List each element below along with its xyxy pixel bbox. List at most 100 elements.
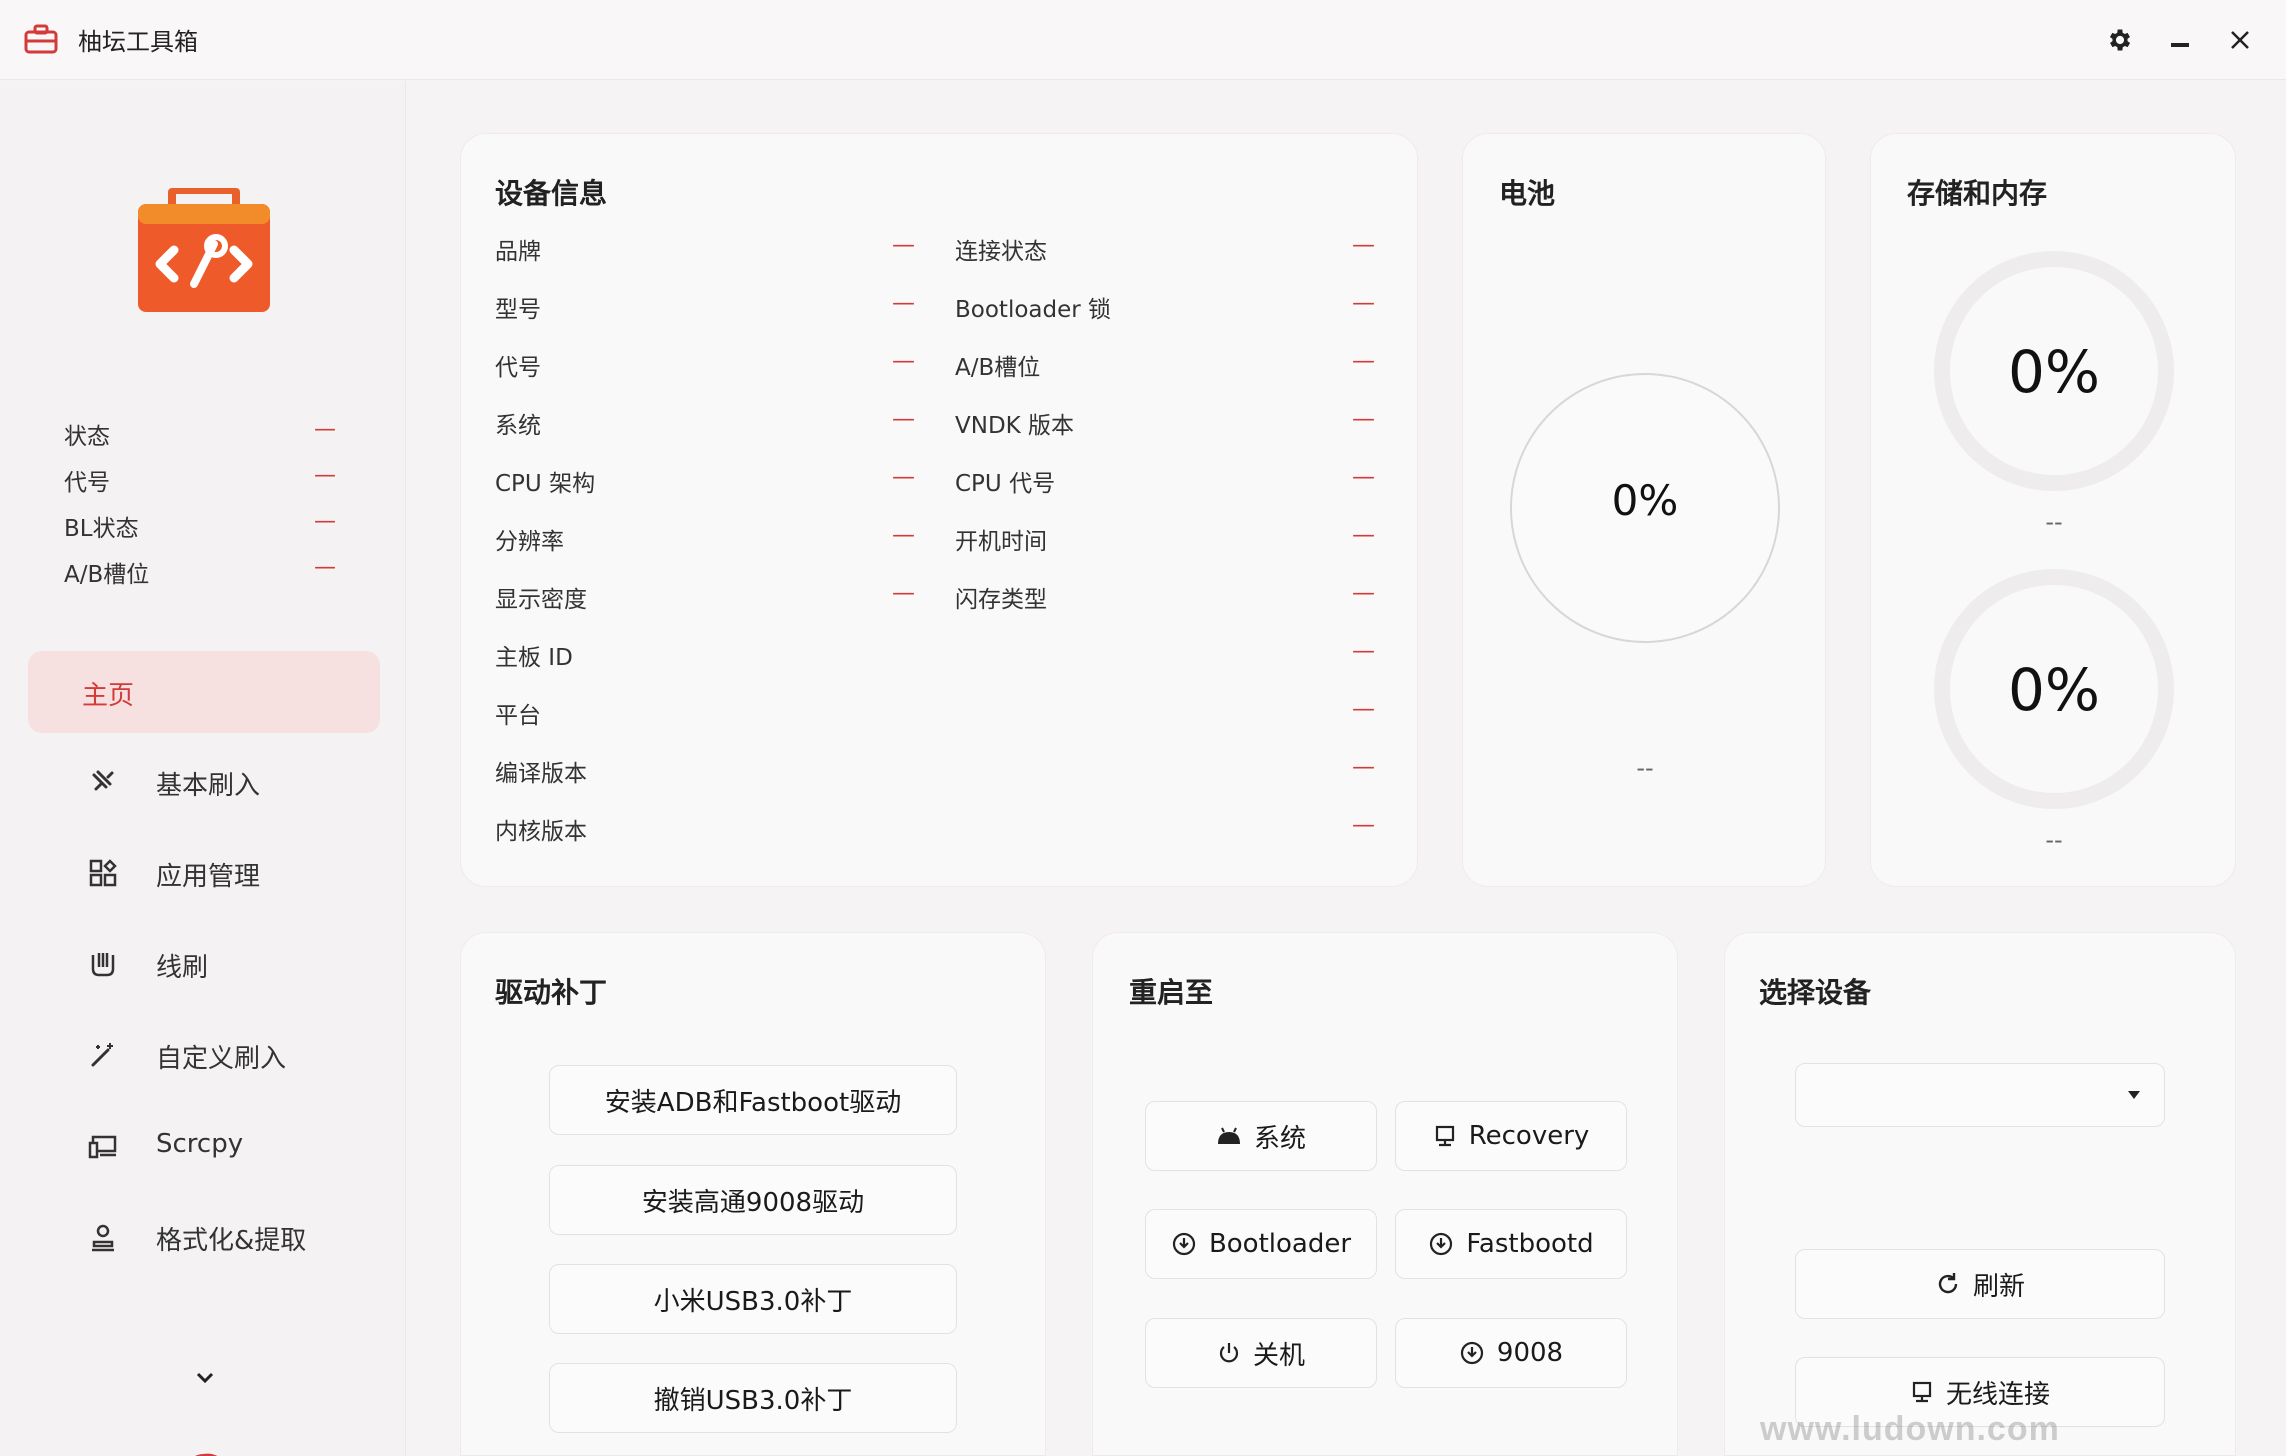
sidebar-item-label: 基本刷入 [156,771,261,801]
ab-slot-value: — [1352,348,1375,374]
install-adb-driver-button[interactable]: 安装ADB和Fastboot驱动 [549,1065,957,1135]
vndk-label: VNDK 版本 [955,413,1075,439]
cpu-arch-value: — [892,464,915,490]
density-label: 显示密度 [495,587,587,613]
codename-label: 代号 [64,470,110,496]
platform-label: 平台 [495,703,541,729]
minimize-button[interactable] [2158,18,2202,62]
bl-status-value: — [314,509,336,534]
sidebar-item-basic-flash[interactable]: 基本刷入 [28,741,380,823]
sidebar: 状态 — 代号 — BL状态 — A/B槽位 — 主页 基本刷入 应用管理 线刷… [0,81,406,1456]
device-info-title: 设备信息 [495,177,608,210]
sidebar-item-label: 线刷 [156,953,209,983]
settings-button[interactable] [2098,18,2142,62]
brand-value: — [892,232,915,258]
usb-flash-icon [91,953,115,977]
reboot-system-button[interactable]: 系统 [1145,1101,1377,1171]
reboot-fastbootd-button[interactable]: Fastbootd [1395,1209,1627,1279]
codename-label: 代号 [495,355,541,381]
info-row: Bootloader 锁 — [955,286,1375,326]
reboot-system-label: 系统 [1253,1123,1306,1154]
info-row: 开机时间 — [955,518,1375,558]
device-info-card: 设备信息 品牌 — 型号 — 代号 — 系统 — CPU 架构 — 分辨率 — 显示密度 — … [460,133,1418,887]
reboot-bootloader-button[interactable]: Bootloader [1145,1209,1377,1279]
driver-card: 驱动补丁 安装ADB和Fastboot驱动 安装高通9008驱动 小米USB3.… [460,932,1046,1456]
ab-slot-value: — [314,555,336,580]
monitor-icon [1435,1125,1454,1147]
density-value: — [892,580,915,606]
board-id-label: 主板 ID [495,645,573,671]
gear-icon [2109,29,2131,51]
info-row: 闪存类型 — [955,576,1375,616]
dropdown-arrow-icon [2128,1091,2140,1099]
info-row: VNDK 版本 — [955,402,1375,442]
refresh-button[interactable]: 刷新 [1795,1249,2165,1319]
sidebar-status-row: 状态 — [64,411,344,451]
sidebar-item-scrcpy[interactable]: Scrcpy [28,1105,380,1187]
sidebar-item-label: 应用管理 [156,862,261,892]
resolution-label: 分辨率 [495,529,564,555]
system-label: 系统 [495,413,541,439]
power-icon [1219,1343,1239,1363]
sidebar-item-home[interactable]: 主页 [28,651,380,733]
memory-percent: 0% [2007,656,2100,724]
sidebar-item-label: Scrcpy [156,1129,244,1159]
screen-mirror-icon [88,1135,117,1159]
bl-status-label: BL状态 [64,516,139,542]
info-row: 系统 — [495,402,915,442]
sidebar-item-line-flash[interactable]: 线刷 [28,923,380,1005]
sidebar-item-app-manage[interactable]: 应用管理 [28,832,380,914]
connection-status-label: 连接状态 [955,239,1047,265]
vndk-value: — [1352,406,1375,432]
sidebar-item-custom-flash[interactable]: 自定义刷入 [28,1014,380,1096]
battery-card: 电池 0% -- [1462,133,1826,887]
app-logo-icon [138,188,270,312]
flash-icon [92,770,114,791]
chevron-down-icon[interactable] [188,1366,222,1390]
board-id-value: — [1352,638,1375,664]
reboot-fastbootd-label: Fastbootd [1466,1229,1594,1259]
reboot-card: 重启至 系统 Recovery Bootloader Fastbootd 关机 … [1092,932,1678,1456]
sidebar-item-label: 主页 [82,681,135,711]
reboot-9008-button[interactable]: 9008 [1395,1318,1627,1388]
sidebar-item-label: 自定义刷入 [156,1044,287,1074]
status-label: 状态 [64,424,110,450]
reboot-title: 重启至 [1129,976,1214,1009]
connection-status-value: — [1352,232,1375,258]
format-icon [92,1224,114,1252]
reboot-recovery-button[interactable]: Recovery [1395,1101,1627,1171]
sidebar-item-format-extract[interactable]: 格式化&提取 [28,1196,380,1278]
toolbox-icon [24,24,58,54]
install-9008-driver-button[interactable]: 安装高通9008驱动 [549,1165,957,1235]
info-row: 代号 — [495,344,915,384]
codename-value: — [892,348,915,374]
info-row: 连接状态 — [955,228,1375,268]
close-button[interactable] [2218,18,2262,62]
info-row: 型号 — [495,286,915,326]
sidebar-status-row: A/B槽位 — [64,549,344,589]
info-row: 分辨率 — [495,518,915,558]
apps-grid-icon [89,859,117,887]
refresh-icon [1938,1273,1958,1294]
revert-usb3-patch-button[interactable]: 撤销USB3.0补丁 [549,1363,957,1433]
android-icon [1217,1127,1240,1144]
info-row: 内核版本 — [495,808,1375,848]
power-off-button[interactable]: 关机 [1145,1318,1377,1388]
flash-type-label: 闪存类型 [955,587,1047,613]
device-dropdown[interactable] [1795,1063,2165,1127]
cpu-code-value: — [1352,464,1375,490]
model-value: — [892,290,915,316]
flash-type-value: — [1352,580,1375,606]
status-value: — [314,417,336,442]
bootloader-lock-value: — [1352,290,1375,316]
monitor-icon [1912,1381,1932,1403]
info-row: A/B槽位 — [955,344,1375,384]
reboot-9008-label: 9008 [1496,1338,1564,1368]
cpu-code-label: CPU 代号 [955,471,1056,497]
xiaomi-usb3-patch-button[interactable]: 小米USB3.0补丁 [549,1264,957,1334]
sidebar-status-row: BL状态 — [64,503,344,543]
info-row: 品牌 — [495,228,915,268]
kernel-version-value: — [1352,812,1375,838]
info-row: CPU 代号 — [955,460,1375,500]
info-row: 显示密度 — [495,576,915,616]
